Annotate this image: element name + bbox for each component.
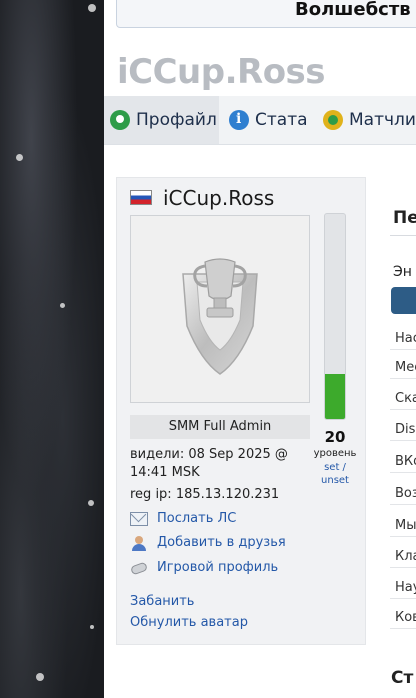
settings-row: Нас (390, 327, 416, 350)
tab-profile[interactable]: Профайл (104, 96, 219, 144)
settings-row: Ков (390, 606, 416, 629)
level-value: 20 (324, 428, 346, 446)
reset-avatar-link[interactable]: Обнулить аватар (130, 615, 248, 630)
banner-text: Волшебств (295, 0, 411, 20)
avatar (130, 215, 310, 403)
profile-icon (110, 110, 130, 130)
page-title: iCCup.Ross (117, 52, 326, 92)
settings-row: Мы (390, 514, 416, 537)
right-section-button[interactable] (391, 287, 416, 314)
sparkle-decoration (60, 303, 65, 308)
settings-row: Disc (390, 418, 416, 441)
sparkle-decoration (88, 500, 94, 506)
ru-flag-icon (130, 190, 152, 205)
profile-tabs: Профайл Стата Матчли (104, 96, 416, 145)
settings-row: Воз (390, 482, 416, 505)
settings-row: Ска (390, 387, 416, 410)
settings-row: ВКо (390, 450, 416, 473)
user-name: iCCup.Ross (163, 186, 275, 210)
level-unset-link[interactable]: unset (309, 474, 361, 487)
gamepad-icon (130, 561, 148, 575)
sparkle-decoration (36, 673, 44, 681)
tab-stats-label: Стата (255, 110, 308, 130)
sparkle-decoration (90, 625, 94, 629)
level-set-link[interactable]: set / (309, 461, 361, 474)
tab-matches-label: Матчли (349, 110, 416, 130)
last-seen-text: видели: 08 Sep 2025 @ 14:41 MSK (130, 447, 288, 480)
game-profile-label: Игровой профиль (157, 560, 279, 575)
divider (390, 235, 416, 236)
right-section-subheading: Эн (393, 264, 412, 280)
matches-icon (323, 110, 343, 130)
add-friend-label: Добавить в друзья (157, 535, 286, 550)
sparkle-decoration (88, 4, 96, 12)
send-message-link[interactable]: Послать ЛС (130, 511, 236, 526)
user-add-icon (130, 535, 148, 551)
reg-ip-text: reg ip: 185.13.120.231 (130, 487, 280, 502)
tab-profile-label: Профайл (136, 110, 217, 130)
settings-row: Кла (390, 545, 416, 568)
level-bar (324, 213, 346, 420)
tab-stats[interactable]: Стата (229, 96, 308, 144)
main-content: Волшебств iCCup.Ross Профайл Стата Матчл… (104, 0, 416, 698)
trophy-badge-icon (182, 258, 258, 375)
send-message-label: Послать ЛС (157, 511, 237, 526)
envelope-icon (130, 511, 148, 526)
role-badge: SMM Full Admin (130, 415, 310, 439)
top-banner: Волшебств (116, 0, 416, 28)
right-section-heading: Пе (393, 208, 416, 228)
settings-row: Нау (390, 576, 416, 599)
game-profile-link[interactable]: Игровой профиль (130, 560, 278, 575)
profile-card: iCCup.Ross 20 уровень set / unset SMM Fu… (116, 177, 366, 645)
settings-row: Мес (390, 356, 416, 379)
bottom-section-heading: Ст (391, 668, 414, 688)
info-icon (229, 110, 249, 130)
background-decoration (0, 0, 104, 698)
level-set-controls: set / unset (309, 461, 361, 487)
add-friend-link[interactable]: Добавить в друзья (130, 535, 286, 551)
level-bar-fill (325, 373, 345, 419)
sparkle-decoration (16, 154, 23, 161)
tab-matches[interactable]: Матчли (323, 96, 416, 144)
level-label: уровень (313, 448, 357, 459)
ban-link[interactable]: Забанить (130, 594, 194, 609)
